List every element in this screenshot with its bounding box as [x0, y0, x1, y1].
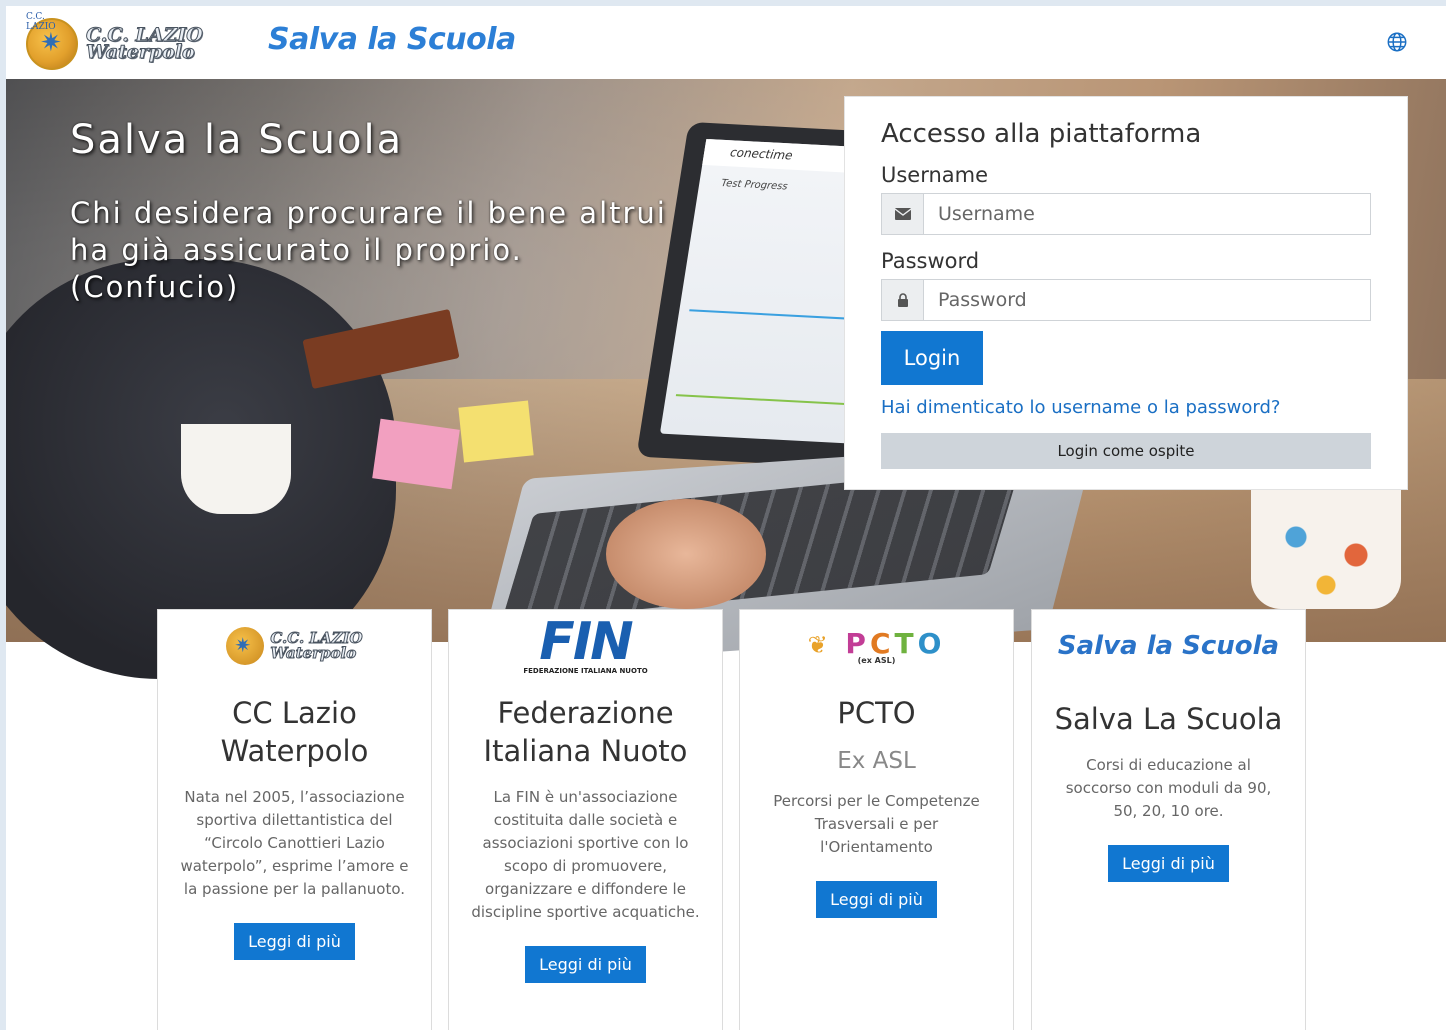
laptop-screen-heading: Test Progress — [720, 178, 789, 193]
logo-text-line2: Waterpolo — [86, 41, 196, 63]
logo-text: C.C. LAZIO Waterpolo — [86, 25, 204, 63]
login-heading: Accesso alla piattaforma — [881, 119, 1202, 149]
hero-quote: Chi desidera procurare il bene altrui ha… — [70, 196, 667, 304]
card-text: La FIN è un'associazione costituita dall… — [471, 788, 700, 921]
password-field-group — [881, 279, 1371, 321]
card-title: Federazione Italiana Nuoto — [483, 696, 688, 768]
card-text: Corsi di educazione al soccorso con modu… — [1065, 756, 1272, 820]
pcto-logo: ❦ PCTO (ex ASL) — [807, 627, 946, 665]
brand-title[interactable]: Salva la Scuola — [268, 22, 516, 57]
cc-lazio-logo: ✷ C.C. LAZIO Waterpolo — [226, 627, 363, 665]
hero-cup-image — [1251, 489, 1401, 609]
fin-logo: FIN FEDERAZIONE ITALIANA NUOTO — [523, 612, 648, 675]
card-text: Nata nel 2005, l’associazione sportiva d… — [180, 788, 409, 898]
waterpolo-ball-icon: ✷ — [226, 627, 265, 665]
hero-sticky-note — [372, 418, 460, 490]
pcto-leaf-icon: ❦ — [807, 631, 832, 659]
hero-hand-image — [606, 499, 766, 609]
login-button[interactable]: Login — [881, 331, 983, 385]
page: C.C. LAZIO ✷ C.C. LAZIO Waterpolo Salva … — [6, 6, 1446, 1030]
card-salva-la-scuola: Salva la Scuola Salva La Scuola Corsi di… — [1031, 609, 1306, 1030]
card-title: CC Lazio Waterpolo — [220, 696, 369, 768]
username-input[interactable] — [924, 194, 1370, 234]
read-more-button[interactable]: Leggi di più — [816, 881, 937, 918]
hero-title: Salva la Scuola — [70, 117, 404, 163]
forgot-password-link[interactable]: Hai dimenticato lo username o la passwor… — [881, 397, 1280, 418]
password-label: Password — [881, 249, 980, 273]
password-input[interactable] — [924, 280, 1370, 320]
guest-login-button[interactable]: Login come ospite — [881, 433, 1371, 469]
navbar: C.C. LAZIO ✷ C.C. LAZIO Waterpolo Salva … — [6, 6, 1446, 79]
envelope-icon — [882, 194, 924, 234]
card-title: Salva La Scuola — [1054, 702, 1283, 736]
card-pcto: ❦ PCTO (ex ASL) PCTO Ex ASL Percorsi per… — [739, 609, 1014, 1030]
site-logo[interactable]: C.C. LAZIO ✷ C.C. LAZIO Waterpolo — [26, 12, 216, 70]
read-more-button[interactable]: Leggi di più — [234, 923, 355, 960]
username-label: Username — [881, 163, 989, 187]
card-cc-lazio: ✷ C.C. LAZIO Waterpolo CC Lazio Waterpol… — [157, 609, 432, 1030]
salva-la-scuola-logo: Salva la Scuola — [1057, 631, 1280, 661]
card-fin: FIN FEDERAZIONE ITALIANA NUOTO Federazio… — [448, 609, 723, 1030]
laptop-screen-brand: conectime — [729, 145, 794, 163]
read-more-button[interactable]: Leggi di più — [1108, 845, 1229, 882]
fin-logo-mark: FIN — [539, 612, 633, 672]
card-title: PCTO — [837, 696, 916, 730]
login-panel: Accesso alla piattaforma Username Passwo… — [844, 96, 1408, 490]
hero-sticky-note-2 — [458, 400, 534, 463]
card-text: Percorsi per le Competenze Trasversali e… — [773, 792, 980, 856]
hero-mug-image — [181, 424, 291, 514]
read-more-button[interactable]: Leggi di più — [525, 946, 646, 983]
fin-logo-sub: FEDERAZIONE ITALIANA NUOTO — [523, 667, 648, 675]
waterpolo-ball-icon: C.C. LAZIO ✷ — [26, 12, 78, 70]
card-subtitle: Ex ASL — [837, 748, 916, 774]
username-field-group — [881, 193, 1371, 235]
lock-icon — [882, 280, 924, 320]
globe-icon[interactable] — [1386, 31, 1408, 53]
cc-lazio-logo-line2: Waterpolo — [270, 644, 357, 662]
